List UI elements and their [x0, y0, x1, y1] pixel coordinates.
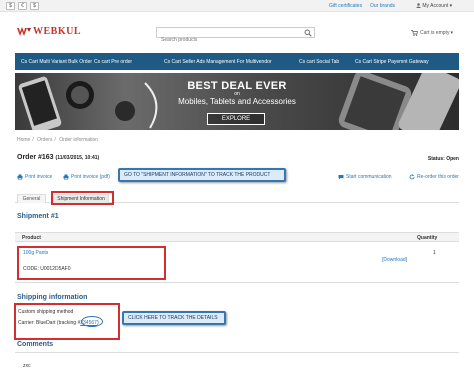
nav-item-multi-variant-bulk-order[interactable]: Cs Cart Multi Variant Bulk Order — [15, 59, 92, 65]
comment-text: zxc — [23, 363, 31, 369]
shipment-table-header: Product Quantity — [15, 232, 459, 242]
nav-item-social-tab[interactable]: Cs cart Social Tab — [293, 59, 349, 65]
refresh-icon — [409, 174, 415, 180]
table-row-divider — [15, 282, 459, 283]
quantity-column-header: Quantity — [417, 235, 438, 241]
start-communication-label: Start communication — [346, 174, 392, 180]
logo[interactable]: WEBKUL — [17, 26, 81, 37]
search-icon[interactable] — [304, 29, 312, 37]
reorder-label: Re-order this order — [417, 174, 459, 180]
currency-eur-button[interactable]: € — [18, 2, 27, 10]
our-brands-link[interactable]: Our brands — [370, 3, 395, 9]
chevron-down-icon: ▾ — [450, 30, 453, 36]
nav-item-stripe-payment-gateway[interactable]: Cs Cart Stripe Payemnt Gateway — [349, 59, 449, 65]
shipping-info-title: Shipping information — [17, 294, 88, 301]
print-invoice-label: Print invoice — [25, 174, 53, 180]
reorder-link[interactable]: Re-order this order — [409, 174, 459, 180]
printer-icon — [17, 174, 23, 180]
cart-icon — [411, 30, 418, 36]
search-input[interactable] — [157, 35, 302, 45]
start-communication-link[interactable]: Start communication — [338, 174, 392, 180]
logo-text: WEBKUL — [33, 26, 82, 37]
breadcrumb-current: Order information — [59, 137, 99, 143]
currency-usd-button[interactable]: $ — [6, 2, 15, 10]
my-account-menu[interactable]: My Account ▾ — [416, 3, 452, 9]
cart-button[interactable]: Cart is empty ▾ — [411, 30, 453, 36]
print-invoice-pdf-label: Print invoice (pdf) — [71, 174, 110, 180]
callout-track-details: CLICK HERE TO TRACK THE DETAILS — [122, 311, 226, 325]
breadcrumb-orders[interactable]: Orders — [37, 137, 52, 143]
comments-title: Comments — [17, 341, 54, 348]
webkul-logo-icon — [17, 26, 31, 36]
comments-divider — [15, 352, 459, 353]
tab-general[interactable]: General — [17, 194, 46, 203]
my-account-label: My Account — [422, 3, 449, 9]
order-status: Status: Open — [427, 156, 459, 162]
user-icon — [416, 3, 421, 8]
order-number: Order #163 — [17, 154, 54, 161]
product-highlight-box — [17, 246, 166, 280]
top-bar: $ € $ Gift certificates Our brands My Ac… — [0, 0, 474, 12]
nav-item-pre-order[interactable]: Cs cart Pre order — [88, 59, 158, 65]
tab-highlight-box — [51, 191, 114, 205]
chat-bubble-icon — [338, 175, 344, 180]
page-title: Order #163 (11/03/2015, 10:41) — [17, 154, 99, 161]
banner-subline: Mobiles, Tablets and Accessories — [178, 97, 296, 106]
breadcrumb-home[interactable]: Home — [17, 137, 30, 143]
cart-label: Cart is empty — [420, 30, 450, 36]
printer-icon — [63, 174, 69, 180]
download-link[interactable]: [Download] — [382, 257, 407, 263]
order-date: (11/03/2015, 10:41) — [55, 155, 100, 161]
tracking-highlight-circle — [81, 316, 103, 327]
main-nav: Cs Cart Multi Variant Bulk Order Cs cart… — [15, 53, 459, 70]
explore-button[interactable]: EXPLORE — [207, 113, 265, 125]
currency-alt-button[interactable]: $ — [30, 2, 39, 10]
nav-item-seller-ads-management[interactable]: Cs Cart Seller Ads Management For Multiv… — [158, 59, 293, 65]
shipping-highlight-box — [14, 303, 120, 340]
search-box — [156, 27, 315, 45]
product-quantity: 1 — [433, 250, 436, 256]
callout-shipment-tab: GO TO "SHIPMENT INFORMATION" TO TRACK TH… — [118, 168, 286, 182]
promo-banner[interactable]: BEST DEAL EVER on Mobiles, Tablets and A… — [15, 73, 459, 130]
print-invoice-link[interactable]: Print invoice — [17, 174, 52, 180]
print-invoice-pdf-link[interactable]: Print invoice (pdf) — [63, 174, 110, 180]
gift-certificates-link[interactable]: Gift certificates — [329, 3, 362, 9]
shipment-title: Shipment #1 — [17, 213, 59, 220]
breadcrumb: Home / Orders / Order information — [17, 137, 99, 143]
chevron-down-icon: ▾ — [449, 3, 453, 9]
product-column-header: Product — [22, 235, 41, 241]
